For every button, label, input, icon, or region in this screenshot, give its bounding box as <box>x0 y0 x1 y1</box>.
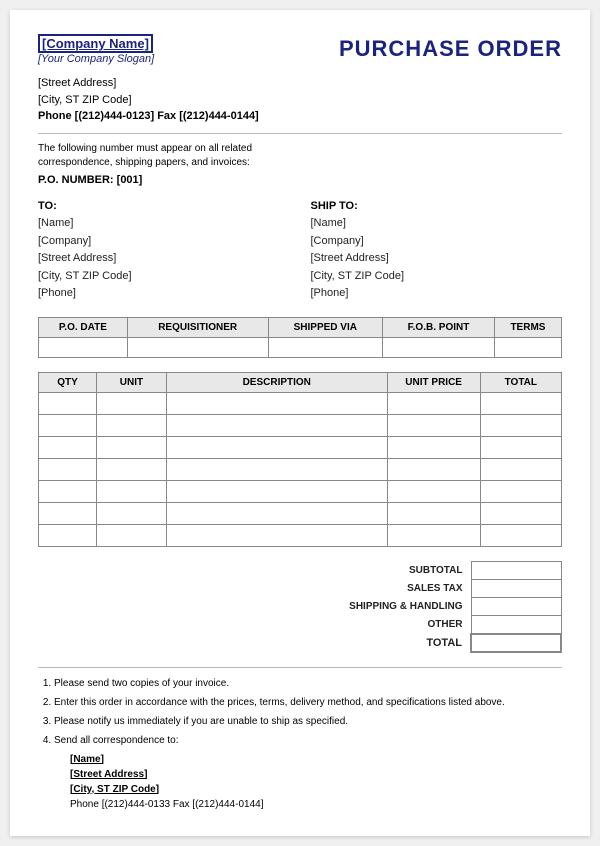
total-row: TOTAL <box>302 634 561 652</box>
note-2: Enter this order in accordance with the … <box>54 695 562 710</box>
table-row <box>39 415 562 437</box>
notice-text: The following number must appear on all … <box>38 142 298 170</box>
to-city: [City, ST ZIP Code] <box>38 268 290 286</box>
cell-desc[interactable] <box>166 393 387 415</box>
city-state-zip: [City, ST ZIP Code] <box>38 92 562 109</box>
info-table-row <box>39 338 562 358</box>
ship-name: [Name] <box>310 215 562 233</box>
footer-contact-city: [City, ST ZIP Code] <box>70 782 562 797</box>
info-table: P.O. DATE REQUISITIONER SHIPPED VIA F.O.… <box>38 317 562 358</box>
cell-qty[interactable] <box>39 393 97 415</box>
to-phone: [Phone] <box>38 285 290 303</box>
ship-company: [Company] <box>310 233 562 251</box>
to-ship-section: TO: [Name] [Company] [Street Address] [C… <box>38 198 562 304</box>
col-unit-price: UNIT PRICE <box>387 373 480 393</box>
note-3: Please notify us immediately if you are … <box>54 714 562 729</box>
subtotal-label: SUBTOTAL <box>302 562 471 580</box>
cell-requisitioner[interactable] <box>127 338 268 358</box>
shipping-value[interactable] <box>471 598 561 616</box>
note-4: Send all correspondence to: [Name] [Stre… <box>54 733 562 812</box>
ship-city: [City, ST ZIP Code] <box>310 268 562 286</box>
total-label: TOTAL <box>302 634 471 652</box>
totals-section: SUBTOTAL SALES TAX SHIPPING & HANDLING O… <box>38 561 562 653</box>
footer-contact-phone: Phone [(212)444-0133 Fax [(212)444-0144] <box>70 797 562 812</box>
other-value[interactable] <box>471 616 561 634</box>
cell-terms[interactable] <box>494 338 561 358</box>
cell-total[interactable] <box>480 393 561 415</box>
page-title: PURCHASE ORDER <box>339 36 562 62</box>
cell-unit-price[interactable] <box>387 393 480 415</box>
to-company: [Company] <box>38 233 290 251</box>
sales-tax-label: SALES TAX <box>302 580 471 598</box>
sales-tax-row: SALES TAX <box>302 580 561 598</box>
col-requisitioner: REQUISITIONER <box>127 318 268 338</box>
po-number-label: P.O. NUMBER: <box>38 174 114 186</box>
cell-po-date[interactable] <box>39 338 128 358</box>
footer-address: [Name] [Street Address] [City, ST ZIP Co… <box>54 752 562 812</box>
total-value[interactable] <box>471 634 561 652</box>
purchase-order-page: [Company Name] [Your Company Slogan] PUR… <box>10 10 590 836</box>
po-number: P.O. NUMBER: [001] <box>38 174 562 186</box>
table-row <box>39 525 562 547</box>
col-po-date: P.O. DATE <box>39 318 128 338</box>
table-row <box>39 481 562 503</box>
col-terms: TERMS <box>494 318 561 338</box>
col-unit: UNIT <box>97 373 167 393</box>
other-row: OTHER <box>302 616 561 634</box>
subtotal-value[interactable] <box>471 562 561 580</box>
po-number-value: [001] <box>117 174 143 186</box>
table-row <box>39 459 562 481</box>
notice-body: The following number must appear on all … <box>38 143 252 168</box>
ship-phone: [Phone] <box>310 285 562 303</box>
page-header: [Company Name] [Your Company Slogan] PUR… <box>38 34 562 65</box>
notes-list: Please send two copies of your invoice. … <box>38 676 562 812</box>
company-slogan: [Your Company Slogan] <box>38 53 154 65</box>
company-name: [Company Name] <box>38 34 153 53</box>
subtotal-row: SUBTOTAL <box>302 562 561 580</box>
cell-unit[interactable] <box>97 393 167 415</box>
note-1: Please send two copies of your invoice. <box>54 676 562 691</box>
col-description: DESCRIPTION <box>166 373 387 393</box>
to-label: TO: <box>38 198 290 216</box>
footer-notes: Please send two copies of your invoice. … <box>38 676 562 812</box>
table-row <box>39 437 562 459</box>
ship-label: SHIP TO: <box>310 198 562 216</box>
cell-shipped-via[interactable] <box>268 338 383 358</box>
street-address: [Street Address] <box>38 75 562 92</box>
footer-contact-name: [Name] <box>70 752 562 767</box>
phone-fax: Phone [(212)444-0123] Fax [(212)444-0144… <box>38 108 562 125</box>
col-total: TOTAL <box>480 373 561 393</box>
to-street: [Street Address] <box>38 250 290 268</box>
address-block: [Street Address] [City, ST ZIP Code] Pho… <box>38 75 562 125</box>
ship-block: SHIP TO: [Name] [Company] [Street Addres… <box>310 198 562 304</box>
col-fob-point: F.O.B. POINT <box>383 318 495 338</box>
col-qty: QTY <box>39 373 97 393</box>
shipping-label: SHIPPING & HANDLING <box>302 598 471 616</box>
col-shipped-via: SHIPPED VIA <box>268 318 383 338</box>
to-name: [Name] <box>38 215 290 233</box>
company-block: [Company Name] [Your Company Slogan] <box>38 34 154 65</box>
other-label: OTHER <box>302 616 471 634</box>
to-block: TO: [Name] [Company] [Street Address] [C… <box>38 198 290 304</box>
sales-tax-value[interactable] <box>471 580 561 598</box>
ship-street: [Street Address] <box>310 250 562 268</box>
cell-fob-point[interactable] <box>383 338 495 358</box>
table-row <box>39 393 562 415</box>
footer-contact-street: [Street Address] <box>70 767 562 782</box>
main-table: QTY UNIT DESCRIPTION UNIT PRICE TOTAL <box>38 372 562 547</box>
totals-table: SUBTOTAL SALES TAX SHIPPING & HANDLING O… <box>302 561 562 653</box>
table-row <box>39 503 562 525</box>
shipping-row: SHIPPING & HANDLING <box>302 598 561 616</box>
